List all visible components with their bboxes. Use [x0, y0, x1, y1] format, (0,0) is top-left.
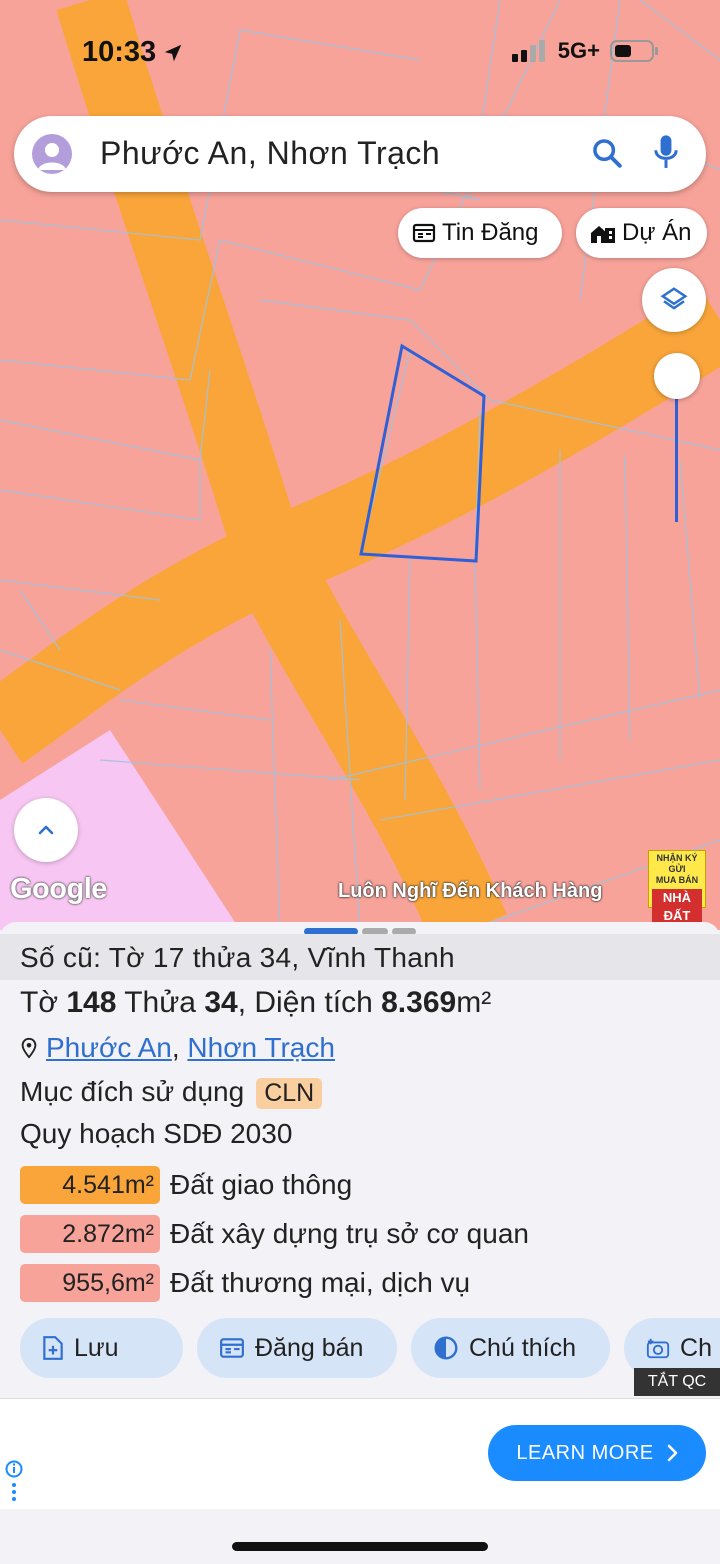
land-use-line: Mục đích sử dụng CLN: [20, 1076, 323, 1109]
zone-row: 2.872m² Đất xây dựng trụ sở cơ quan: [20, 1215, 529, 1253]
save-button[interactable]: Lưu: [20, 1318, 183, 1378]
status-right: 5G+: [511, 38, 660, 64]
plot-label: Thửa: [124, 986, 196, 1019]
badge-line2: MUA BÁN: [655, 875, 699, 885]
land-use-badge: CLN: [256, 1078, 323, 1109]
zone-row: 955,6m² Đất thương mại, dịch vụ: [20, 1264, 470, 1302]
badge-line1: NHẬN KÝ GỬI: [656, 853, 698, 874]
district-link[interactable]: Nhơn Trạch: [187, 1032, 335, 1063]
home-indicator[interactable]: [232, 1542, 488, 1551]
clock-text: 10:33: [82, 36, 157, 68]
sheet-number: 148: [66, 986, 117, 1019]
search-icon[interactable]: [590, 136, 624, 170]
file-add-icon: [43, 1336, 63, 1360]
post-button-label: Đăng bán: [255, 1333, 364, 1362]
learn-more-label: LEARN MORE: [516, 1441, 654, 1464]
chevron-right-icon: [667, 1444, 677, 1462]
listings-chip[interactable]: Tin Đăng: [398, 208, 562, 258]
save-button-label: Lưu: [74, 1333, 119, 1362]
plot-number: 34: [204, 986, 238, 1019]
capture-button-label: Ch: [680, 1333, 712, 1362]
action-bar: Lưu Đăng bán Chú thích Ch: [20, 1318, 720, 1378]
location-arrow-icon: [164, 44, 182, 61]
zone-area: 955,6m²: [20, 1264, 160, 1302]
chevron-up-icon: [38, 825, 54, 835]
layers-button[interactable]: [642, 268, 706, 332]
plan-label: Quy hoạch SDĐ 2030: [20, 1118, 293, 1149]
map-slogan: Luôn Nghĩ Đến Khách Hàng: [338, 880, 603, 902]
zone-area: 4.541m²: [20, 1166, 160, 1204]
layers-icon: [660, 287, 688, 310]
sheet-label: Tờ: [20, 986, 58, 1019]
projects-chip-label: Dự Án: [622, 219, 692, 246]
projects-chip[interactable]: Dự Án: [576, 208, 707, 258]
opacity-slider-handle[interactable]: [654, 353, 700, 399]
location-line: Phước An, Nhơn Trạch: [20, 1032, 335, 1064]
learn-more-button[interactable]: LEARN MORE: [488, 1425, 706, 1481]
listings-chip-label: Tin Đăng: [442, 219, 539, 246]
signal-icon: [511, 40, 545, 62]
status-bar: 10:33 5G+: [0, 0, 720, 100]
commune-link[interactable]: Phước An: [46, 1032, 172, 1063]
post-for-sale-button[interactable]: Đăng bán: [197, 1318, 397, 1378]
ad-banner[interactable]: LEARN MORE: [0, 1398, 720, 1509]
camera-icon: [646, 1338, 670, 1359]
badge-line3: NHÀ ĐẤT: [652, 889, 702, 925]
old-parcel-text: Số cũ: Tờ 17 thửa 34, Vĩnh Thanh: [20, 942, 455, 973]
newspaper-icon: [412, 223, 436, 243]
contrast-icon: [434, 1336, 458, 1360]
zone-label: Đất thương mại, dịch vụ: [170, 1267, 471, 1298]
map-view[interactable]: 10:33 5G+ Phước An, Nhơn Trạch Tin Đăng …: [0, 0, 720, 930]
search-input[interactable]: Phước An, Nhơn Trạch: [100, 135, 440, 172]
legend-button[interactable]: Chú thích: [411, 1318, 610, 1378]
agency-logo: NHẬN KÝ GỬI MUA BÁN NHÀ ĐẤT: [648, 850, 706, 925]
newspaper-icon: [220, 1338, 244, 1358]
google-watermark: Google: [10, 873, 107, 905]
area-value: 8.369: [381, 986, 457, 1019]
expand-sheet-button[interactable]: [14, 798, 78, 862]
land-use-label: Mục đích sử dụng: [20, 1076, 245, 1107]
old-parcel-info: Số cũ: Tờ 17 thửa 34, Vĩnh Thanh: [0, 934, 720, 980]
legend-button-label: Chú thích: [469, 1333, 577, 1362]
building-icon: [591, 226, 615, 243]
user-avatar-icon: [38, 143, 66, 170]
zone-label: Đất xây dựng trụ sở cơ quan: [170, 1218, 529, 1249]
battery-icon: [610, 40, 658, 62]
hide-ad-button[interactable]: TẮT QC: [634, 1368, 720, 1396]
network-type: 5G+: [557, 38, 600, 63]
zone-row: 4.541m² Đất giao thông: [20, 1166, 352, 1204]
area-unit: m²: [456, 986, 492, 1019]
search-bar[interactable]: Phước An, Nhơn Trạch: [14, 116, 706, 192]
zone-label: Đất giao thông: [170, 1169, 353, 1200]
location-pin-icon: [21, 1037, 37, 1059]
microphone-icon[interactable]: [652, 134, 680, 172]
status-time: 10:33: [82, 36, 184, 69]
parcel-title: Tờ 148 Thửa 34, Diện tích 8.369m²: [20, 986, 492, 1019]
ad-info-icon[interactable]: [4, 1459, 24, 1507]
avatar[interactable]: [32, 134, 72, 174]
zone-area: 2.872m²: [20, 1215, 160, 1253]
area-label: Diện tích: [254, 986, 373, 1019]
